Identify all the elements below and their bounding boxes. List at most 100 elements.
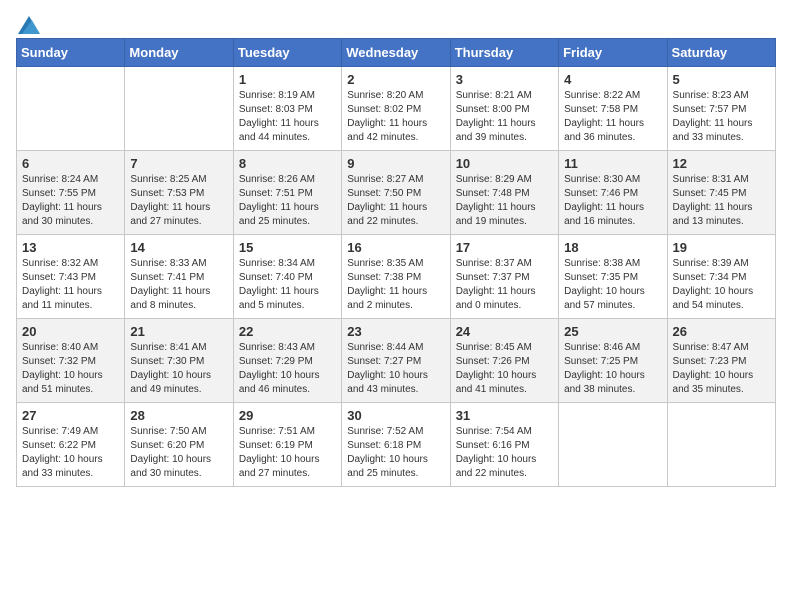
calendar-cell: 24 Sunrise: 8:45 AM Sunset: 7:26 PM Dayli… (450, 319, 558, 403)
day-info: Sunrise: 8:34 AM Sunset: 7:40 PM Dayligh… (239, 257, 336, 313)
day-info: Sunrise: 8:47 AM Sunset: 7:23 PM Dayligh… (673, 341, 770, 397)
day-info: Sunrise: 8:38 AM Sunset: 7:35 PM Dayligh… (564, 257, 661, 313)
calendar-week-row: 20 Sunrise: 8:40 AM Sunset: 7:32 PM Dayli… (17, 319, 776, 403)
day-number: 26 (673, 324, 770, 339)
day-info: Sunrise: 8:45 AM Sunset: 7:26 PM Dayligh… (456, 341, 553, 397)
day-number: 30 (347, 408, 444, 423)
calendar-cell: 13 Sunrise: 8:32 AM Sunset: 7:43 PM Dayli… (17, 235, 125, 319)
calendar-cell: 17 Sunrise: 8:37 AM Sunset: 7:37 PM Dayli… (450, 235, 558, 319)
day-number: 5 (673, 72, 770, 87)
calendar-cell: 1 Sunrise: 8:19 AM Sunset: 8:03 PM Daylig… (233, 67, 341, 151)
day-info: Sunrise: 7:50 AM Sunset: 6:20 PM Dayligh… (130, 425, 227, 481)
day-info: Sunrise: 8:32 AM Sunset: 7:43 PM Dayligh… (22, 257, 119, 313)
calendar-week-row: 1 Sunrise: 8:19 AM Sunset: 8:03 PM Daylig… (17, 67, 776, 151)
day-info: Sunrise: 8:26 AM Sunset: 7:51 PM Dayligh… (239, 173, 336, 229)
calendar-cell: 6Sunrise: 8:24 AM Sunset: 7:55 PM Daylig… (17, 151, 125, 235)
calendar-cell: 18 Sunrise: 8:38 AM Sunset: 7:35 PM Dayli… (559, 235, 667, 319)
day-number: 3 (456, 72, 553, 87)
calendar-cell: 12 Sunrise: 8:31 AM Sunset: 7:45 PM Dayli… (667, 151, 775, 235)
calendar-cell: 27 Sunrise: 7:49 AM Sunset: 6:22 PM Dayli… (17, 403, 125, 487)
weekday-header: Saturday (667, 39, 775, 67)
day-number: 10 (456, 156, 553, 171)
calendar-table: SundayMondayTuesdayWednesdayThursdayFrid… (16, 38, 776, 487)
day-info: Sunrise: 7:51 AM Sunset: 6:19 PM Dayligh… (239, 425, 336, 481)
day-number: 27 (22, 408, 119, 423)
day-info: Sunrise: 8:22 AM Sunset: 7:58 PM Dayligh… (564, 89, 661, 145)
calendar-cell: 30 Sunrise: 7:52 AM Sunset: 6:18 PM Dayli… (342, 403, 450, 487)
day-number: 17 (456, 240, 553, 255)
calendar-cell: 10 Sunrise: 8:29 AM Sunset: 7:48 PM Dayli… (450, 151, 558, 235)
day-number: 11 (564, 156, 661, 171)
calendar-cell: 16 Sunrise: 8:35 AM Sunset: 7:38 PM Dayli… (342, 235, 450, 319)
logo-icon (18, 16, 40, 34)
calendar-cell: 19Sunrise: 8:39 AM Sunset: 7:34 PM Dayli… (667, 235, 775, 319)
day-info: Sunrise: 8:46 AM Sunset: 7:25 PM Dayligh… (564, 341, 661, 397)
day-info: Sunrise: 8:44 AM Sunset: 7:27 PM Dayligh… (347, 341, 444, 397)
day-info: Sunrise: 8:31 AM Sunset: 7:45 PM Dayligh… (673, 173, 770, 229)
calendar-cell: 8Sunrise: 8:26 AM Sunset: 7:51 PM Daylig… (233, 151, 341, 235)
day-number: 12 (673, 156, 770, 171)
day-info: Sunrise: 8:25 AM Sunset: 7:53 PM Dayligh… (130, 173, 227, 229)
day-number: 29 (239, 408, 336, 423)
calendar-cell: 2 Sunrise: 8:20 AM Sunset: 8:02 PM Daylig… (342, 67, 450, 151)
calendar-cell: 23 Sunrise: 8:44 AM Sunset: 7:27 PM Dayli… (342, 319, 450, 403)
calendar-cell: 15 Sunrise: 8:34 AM Sunset: 7:40 PM Dayli… (233, 235, 341, 319)
day-number: 23 (347, 324, 444, 339)
calendar-cell: 26 Sunrise: 8:47 AM Sunset: 7:23 PM Dayli… (667, 319, 775, 403)
day-number: 13 (22, 240, 119, 255)
day-info: Sunrise: 8:40 AM Sunset: 7:32 PM Dayligh… (22, 341, 119, 397)
day-number: 21 (130, 324, 227, 339)
weekday-header: Monday (125, 39, 233, 67)
weekday-header: Tuesday (233, 39, 341, 67)
calendar-week-row: 13 Sunrise: 8:32 AM Sunset: 7:43 PM Dayli… (17, 235, 776, 319)
day-number: 14 (130, 240, 227, 255)
calendar-header-row: SundayMondayTuesdayWednesdayThursdayFrid… (17, 39, 776, 67)
day-number: 18 (564, 240, 661, 255)
day-info: Sunrise: 8:33 AM Sunset: 7:41 PM Dayligh… (130, 257, 227, 313)
calendar-week-row: 6Sunrise: 8:24 AM Sunset: 7:55 PM Daylig… (17, 151, 776, 235)
calendar-cell: 20 Sunrise: 8:40 AM Sunset: 7:32 PM Dayli… (17, 319, 125, 403)
calendar-cell (559, 403, 667, 487)
calendar-cell (667, 403, 775, 487)
day-number: 2 (347, 72, 444, 87)
calendar-cell: 14 Sunrise: 8:33 AM Sunset: 7:41 PM Dayli… (125, 235, 233, 319)
calendar-cell: 9Sunrise: 8:27 AM Sunset: 7:50 PM Daylig… (342, 151, 450, 235)
day-info: Sunrise: 8:19 AM Sunset: 8:03 PM Dayligh… (239, 89, 336, 145)
day-info: Sunrise: 7:49 AM Sunset: 6:22 PM Dayligh… (22, 425, 119, 481)
logo (16, 16, 40, 30)
day-number: 1 (239, 72, 336, 87)
day-number: 16 (347, 240, 444, 255)
day-info: Sunrise: 8:24 AM Sunset: 7:55 PM Dayligh… (22, 173, 119, 229)
day-number: 31 (456, 408, 553, 423)
day-number: 28 (130, 408, 227, 423)
day-info: Sunrise: 8:35 AM Sunset: 7:38 PM Dayligh… (347, 257, 444, 313)
calendar-cell: 11 Sunrise: 8:30 AM Sunset: 7:46 PM Dayli… (559, 151, 667, 235)
day-number: 22 (239, 324, 336, 339)
day-info: Sunrise: 7:54 AM Sunset: 6:16 PM Dayligh… (456, 425, 553, 481)
day-number: 24 (456, 324, 553, 339)
page-header (16, 16, 776, 30)
day-info: Sunrise: 8:23 AM Sunset: 7:57 PM Dayligh… (673, 89, 770, 145)
day-info: Sunrise: 8:37 AM Sunset: 7:37 PM Dayligh… (456, 257, 553, 313)
day-number: 15 (239, 240, 336, 255)
weekday-header: Friday (559, 39, 667, 67)
calendar-cell: 3 Sunrise: 8:21 AM Sunset: 8:00 PM Daylig… (450, 67, 558, 151)
day-number: 25 (564, 324, 661, 339)
day-info: Sunrise: 8:21 AM Sunset: 8:00 PM Dayligh… (456, 89, 553, 145)
weekday-header: Sunday (17, 39, 125, 67)
day-info: Sunrise: 8:43 AM Sunset: 7:29 PM Dayligh… (239, 341, 336, 397)
weekday-header: Wednesday (342, 39, 450, 67)
calendar-week-row: 27 Sunrise: 7:49 AM Sunset: 6:22 PM Dayli… (17, 403, 776, 487)
day-number: 7 (130, 156, 227, 171)
day-info: Sunrise: 8:30 AM Sunset: 7:46 PM Dayligh… (564, 173, 661, 229)
day-info: Sunrise: 8:27 AM Sunset: 7:50 PM Dayligh… (347, 173, 444, 229)
day-number: 19 (673, 240, 770, 255)
calendar-cell: 5 Sunrise: 8:23 AM Sunset: 7:57 PM Daylig… (667, 67, 775, 151)
day-info: Sunrise: 7:52 AM Sunset: 6:18 PM Dayligh… (347, 425, 444, 481)
day-info: Sunrise: 8:29 AM Sunset: 7:48 PM Dayligh… (456, 173, 553, 229)
calendar-cell: 21Sunrise: 8:41 AM Sunset: 7:30 PM Dayli… (125, 319, 233, 403)
day-info: Sunrise: 8:20 AM Sunset: 8:02 PM Dayligh… (347, 89, 444, 145)
calendar-cell: 7 Sunrise: 8:25 AM Sunset: 7:53 PM Daylig… (125, 151, 233, 235)
day-number: 20 (22, 324, 119, 339)
calendar-cell (17, 67, 125, 151)
